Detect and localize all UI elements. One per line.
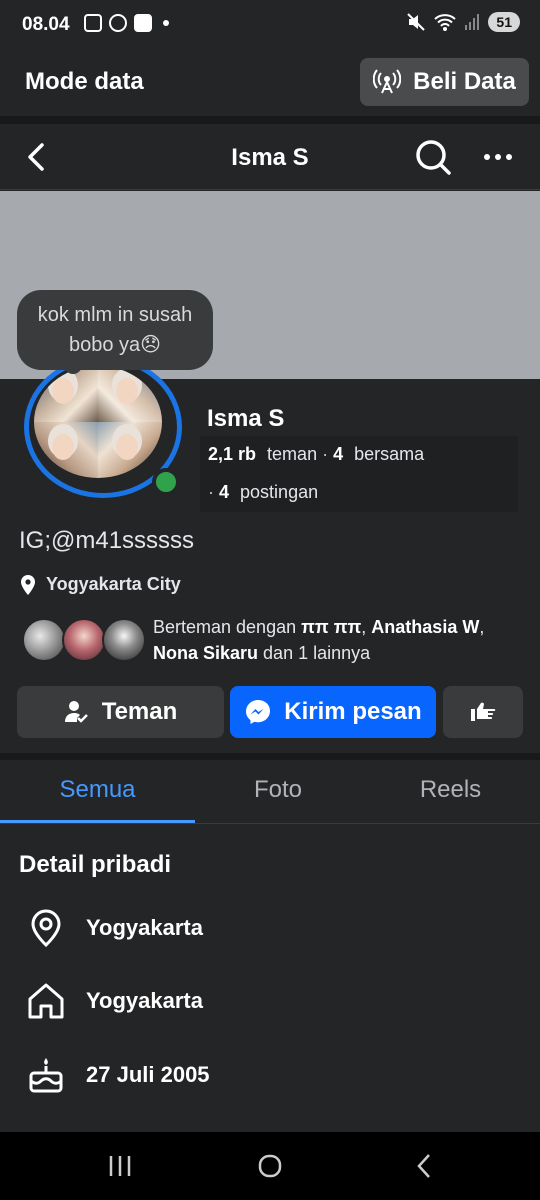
birthday-value: 27 Juli 2005	[86, 1062, 210, 1087]
home-icon	[26, 981, 66, 1021]
buy-data-button[interactable]: Beli Data	[360, 58, 529, 106]
mutual-friends-text: Berteman dengan ππ ππ, Anathasia W, Nona…	[153, 614, 513, 666]
section-divider	[0, 753, 540, 760]
signal-icon	[465, 14, 480, 30]
friends-count: 2,1 rb	[208, 444, 257, 464]
friends-button[interactable]: Teman	[17, 686, 224, 738]
data-mode-bar: Mode data Beli Data	[0, 50, 540, 116]
broadcast-icon	[373, 69, 402, 94]
status-bar: 08.04 51	[0, 0, 540, 50]
friends-stat[interactable]: 2,1 rb teman · 4 bersama	[208, 444, 424, 465]
mutual-friend-avatar	[102, 618, 146, 662]
system-icons: 51	[406, 12, 520, 32]
mutual-suffix: dan 1 lainnya	[263, 643, 371, 663]
mutual-friend-avatar	[22, 618, 66, 662]
note-line-1: kok mlm in susah	[37, 304, 193, 326]
screenshot-icon	[84, 14, 102, 32]
hometown-value: Yogyakarta	[86, 988, 203, 1013]
location-pin-icon	[26, 908, 66, 948]
messenger-icon	[246, 700, 271, 724]
avatar-image	[34, 366, 162, 478]
tab-reels[interactable]: Reels	[361, 776, 540, 804]
search-icon[interactable]	[414, 138, 452, 176]
tab-foto[interactable]: Foto	[195, 776, 361, 804]
online-status-dot	[152, 468, 180, 496]
data-mode-title: Mode data	[25, 68, 144, 95]
posts-stat[interactable]: · 4 postingan	[208, 482, 318, 503]
status-time: 08.04	[22, 14, 70, 35]
mutual-friends-row[interactable]: Berteman dengan ππ ππ, Anathasia W, Nona…	[22, 614, 522, 666]
detail-row-current-city: Yogyakarta	[26, 908, 506, 948]
profile-tabs: Semua Foto Reels	[0, 760, 540, 824]
notification-icons	[84, 14, 169, 32]
more-options-icon[interactable]	[478, 138, 518, 176]
friends-button-label: Teman	[101, 698, 178, 725]
mutual-friend-avatar	[62, 618, 106, 662]
person-check-icon	[64, 701, 88, 723]
friends-label: teman	[267, 444, 318, 464]
vpn-icon	[134, 14, 152, 32]
pointing-hand-icon	[471, 702, 496, 721]
note-line-2: bobo ya😞	[68, 334, 162, 356]
location-text: Yogyakarta City	[46, 574, 181, 594]
mutual-label: bersama	[354, 444, 425, 464]
mutual-separator: ,	[361, 617, 367, 637]
personal-details-title: Detail pribadi	[19, 851, 172, 878]
page-title: Isma S	[231, 144, 309, 171]
detail-row-hometown: Yogyakarta	[26, 981, 506, 1021]
current-city-value: Yogyakarta	[86, 915, 203, 940]
location-row: Yogyakarta City	[20, 574, 181, 595]
posts-count: 4	[219, 482, 230, 502]
mutual-friend-1[interactable]: ππ ππ	[301, 617, 361, 637]
recent-apps-icon[interactable]	[106, 1152, 134, 1180]
send-message-label: Kirim pesan	[284, 698, 422, 725]
mutual-prefix: Berteman dengan	[153, 617, 297, 637]
tab-semua[interactable]: Semua	[0, 776, 195, 804]
sync-icon	[109, 14, 127, 32]
home-button-icon[interactable]	[256, 1152, 284, 1180]
divider	[0, 116, 540, 124]
profile-stats: 2,1 rb teman · 4 bersama · 4 postingan	[200, 436, 518, 512]
system-navigation-bar	[0, 1132, 540, 1200]
mutual-friend-3[interactable]: Nona Sikaru	[153, 643, 258, 663]
detail-row-birthday: 27 Juli 2005	[26, 1055, 506, 1095]
profile-name: Isma S	[207, 405, 285, 432]
send-message-button[interactable]: Kirim pesan	[230, 686, 436, 738]
battery-indicator: 51	[488, 12, 520, 32]
poke-button[interactable]	[443, 686, 523, 738]
buy-data-label: Beli Data	[413, 68, 516, 95]
note-bubble[interactable]: kok mlm in susah bobo ya😞	[17, 290, 213, 370]
more-notifications-icon	[163, 20, 169, 26]
mutual-friend-2[interactable]: Anathasia W	[371, 617, 479, 637]
mute-icon	[407, 13, 426, 31]
birthday-cake-icon	[26, 1055, 66, 1095]
wifi-icon	[434, 14, 457, 31]
mutual-count: 4	[333, 444, 344, 464]
profile-header: Isma S	[0, 124, 540, 190]
location-pin-icon	[21, 574, 35, 595]
active-tab-indicator	[0, 820, 195, 823]
mutual-separator: ,	[479, 617, 485, 637]
posts-label: postingan	[240, 482, 319, 502]
profile-bio: IG;@m41ssssss	[19, 527, 195, 554]
back-button-icon[interactable]	[410, 1152, 438, 1180]
